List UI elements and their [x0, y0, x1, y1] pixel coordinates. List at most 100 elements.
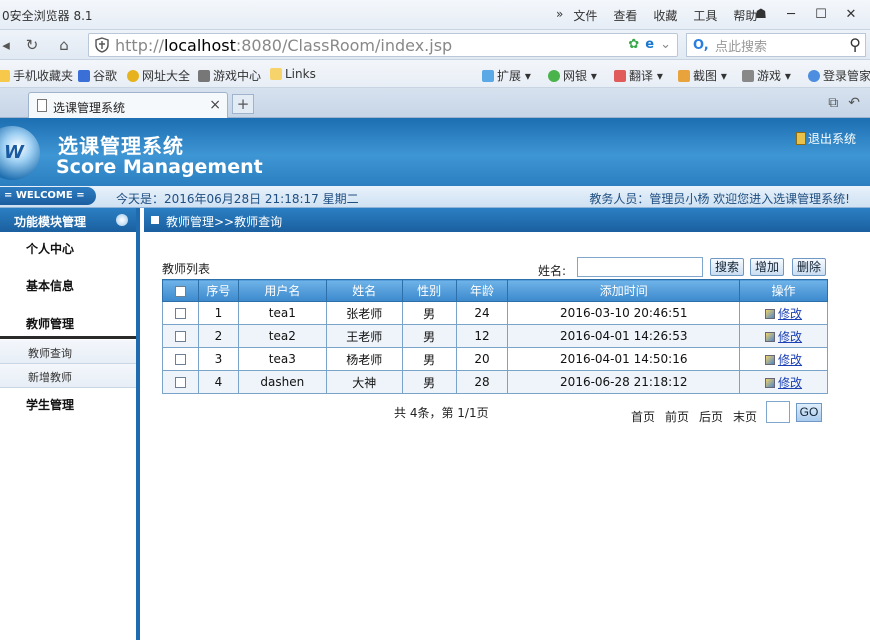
sidebar-item-teacher-mgmt[interactable]: 教师管理	[26, 315, 74, 332]
select-all-checkbox[interactable]	[174, 285, 186, 297]
cell-name: 王老师	[325, 324, 403, 348]
key-icon	[808, 70, 820, 82]
add-button[interactable]: 增加	[750, 258, 785, 276]
first-page-link[interactable]: 首页	[631, 408, 655, 425]
menu-back-arrows-icon[interactable]: »	[556, 7, 563, 24]
cell-gender: 男	[401, 301, 457, 325]
tool-translate[interactable]: 翻译 ▾	[614, 67, 663, 84]
maximize-icon[interactable]: ☐	[810, 4, 832, 24]
table-row: 2 tea2 王老师 男 12 2016-04-01 14:26:53 修改	[162, 324, 828, 348]
tab-current[interactable]: 选课管理系统 ×	[28, 92, 228, 118]
cell-action: 修改	[739, 347, 828, 371]
menu-favorites[interactable]: 收藏	[653, 7, 677, 24]
undo-close-icon[interactable]: ↶	[848, 95, 860, 111]
prev-page-link[interactable]: 前页	[665, 408, 689, 425]
search-box[interactable]: O, 点此搜索 ⚲	[686, 33, 866, 57]
address-bar: ◂ ↻ ⌂ http://localhost:8080/ClassRoom/in…	[0, 30, 870, 60]
menu-tools[interactable]: 工具	[693, 7, 717, 24]
col-action: 操作	[739, 279, 828, 302]
col-added-time[interactable]: 添加时间	[507, 279, 741, 302]
cell-username: tea3	[237, 347, 327, 371]
refresh-icon[interactable]: ↻	[20, 34, 44, 56]
tool-login-manager[interactable]: 登录管家	[808, 67, 870, 84]
cell-age: 24	[455, 301, 509, 325]
next-page-link[interactable]: 后页	[699, 408, 723, 425]
url-input[interactable]: http://localhost:8080/ClassRoom/index.js…	[88, 33, 678, 57]
fav-sites[interactable]: 网址大全	[127, 67, 190, 84]
row-checkbox[interactable]	[174, 331, 186, 342]
dropdown-icon[interactable]: ⌄	[660, 37, 671, 52]
col-username[interactable]: 用户名	[237, 279, 327, 302]
page-number-input[interactable]	[766, 401, 790, 423]
col-age[interactable]: 年龄	[455, 279, 509, 302]
fav-links[interactable]: Links	[270, 67, 316, 81]
go-button[interactable]: GO	[796, 403, 822, 422]
col-name[interactable]: 姓名	[325, 279, 403, 302]
sidebar-item-basic-info[interactable]: 基本信息	[26, 277, 74, 294]
edit-icon	[765, 308, 776, 319]
cell-gender: 男	[401, 324, 457, 348]
delete-button[interactable]: 删除	[792, 258, 827, 276]
edit-link[interactable]: 修改	[765, 353, 802, 367]
col-no[interactable]: 序号	[197, 279, 239, 302]
cell-username: dashen	[237, 370, 327, 394]
search-engine-icon[interactable]: O,	[693, 38, 709, 53]
fav-mobile[interactable]: 手机收藏夹	[0, 67, 73, 84]
welcome-tag: = WELCOME =	[0, 187, 96, 205]
skin-icon[interactable]: ☗	[750, 4, 772, 24]
close-window-icon[interactable]: ✕	[840, 4, 862, 24]
sidebar-sub-teacher-query[interactable]: 教师查询	[0, 340, 136, 364]
new-tab-button[interactable]: +	[232, 94, 254, 114]
row-checkbox[interactable]	[174, 308, 186, 319]
exit-icon	[795, 132, 806, 145]
cell-added-time: 2016-04-01 14:50:16	[507, 347, 741, 371]
tool-screenshot[interactable]: 截图 ▾	[678, 67, 727, 84]
search-button[interactable]: 搜索	[710, 258, 745, 276]
favorites-bar: 手机收藏夹 谷歌 网址大全 游戏中心 Links 扩展 ▾ 网银 ▾ 翻译 ▾ …	[0, 60, 870, 88]
menu-file[interactable]: 文件	[573, 7, 597, 24]
edit-link[interactable]: 修改	[765, 330, 802, 344]
url-tail: ✿ e ⌄	[628, 37, 671, 52]
edit-link[interactable]: 修改	[765, 307, 802, 321]
browser-titlebar: 0安全浏览器 8.1 » 文件 查看 收藏 工具 帮助 ☗ ─ ☐ ✕	[0, 0, 870, 30]
search-icon[interactable]: ⚲	[849, 35, 861, 54]
col-gender[interactable]: 性别	[401, 279, 457, 302]
row-checkbox[interactable]	[174, 377, 186, 388]
sidebar-sub-add-teacher[interactable]: 新增教师	[0, 364, 136, 388]
collapse-icon[interactable]	[116, 214, 128, 226]
home-icon[interactable]: ⌂	[52, 34, 76, 56]
tool-extensions[interactable]: 扩展 ▾	[482, 67, 531, 84]
edit-link[interactable]: 修改	[765, 376, 802, 390]
window-controls: ☗ ─ ☐ ✕	[750, 4, 862, 24]
back-icon[interactable]: ◂	[0, 34, 18, 56]
globe-icon	[127, 70, 139, 82]
logout-button[interactable]: 退出系统	[795, 130, 856, 147]
tool-games[interactable]: 游戏 ▾	[742, 67, 791, 84]
date-time: 今天是：2016年06月28日 21:18:17 星期二	[116, 192, 359, 206]
fav-google[interactable]: 谷歌	[78, 67, 117, 84]
menu-view[interactable]: 查看	[613, 7, 637, 24]
compat-icon[interactable]: ✿	[628, 37, 639, 52]
table-row: 4 dashen 大神 男 28 2016-06-28 21:18:12 修改	[162, 370, 828, 394]
minimize-icon[interactable]: ─	[780, 4, 802, 24]
table-row: 3 tea3 杨老师 男 20 2016-04-01 14:50:16 修改	[162, 347, 828, 371]
page-icon	[37, 99, 47, 112]
ie-engine-icon[interactable]: e	[645, 37, 654, 52]
name-search-input[interactable]	[577, 257, 703, 277]
pagination-links: 首页 前页 后页 末页	[631, 408, 757, 425]
cell-no: 3	[197, 347, 239, 371]
sidebar-item-profile[interactable]: 个人中心	[26, 240, 74, 257]
app-subtitle: Score Management	[56, 156, 263, 178]
tab-list-icon[interactable]: ⧉	[828, 95, 838, 111]
breadcrumb-icon	[151, 216, 159, 224]
row-checkbox[interactable]	[174, 354, 186, 365]
name-label: 姓名:	[538, 264, 567, 278]
tool-bank[interactable]: 网银 ▾	[548, 67, 597, 84]
user-info: 教务人员：管理员小杨 欢迎您进入选课管理系统!	[589, 192, 850, 206]
last-page-link[interactable]: 末页	[733, 408, 757, 425]
close-tab-icon[interactable]: ×	[209, 97, 221, 113]
main-content: 教师管理>>教师查询 教师列表 姓名: 搜索 增加 删除 序号 用户名 姓名 性…	[144, 208, 870, 640]
extensions-icon	[482, 70, 494, 82]
sidebar-item-student-mgmt[interactable]: 学生管理	[26, 396, 74, 413]
fav-games[interactable]: 游戏中心	[198, 67, 261, 84]
